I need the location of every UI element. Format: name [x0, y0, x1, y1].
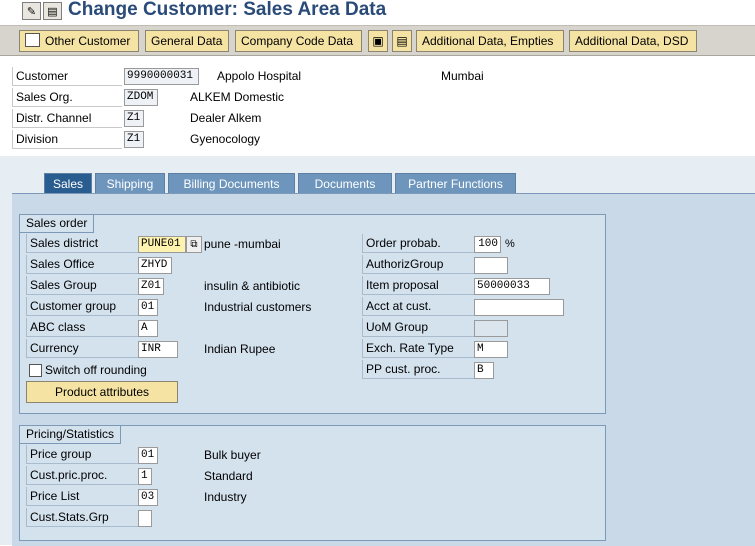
customer-field[interactable]: 9990000031 [124, 68, 199, 85]
price-group-label: Price group [26, 445, 138, 464]
sales-group-field[interactable]: Z01 [138, 278, 164, 295]
additional-data-empties-button[interactable]: Additional Data, Empties [416, 30, 564, 52]
price-list-text: Industry [204, 490, 247, 504]
tab-partner-functions[interactable]: Partner Functions [395, 173, 516, 194]
switch-off-rounding-label: Switch off rounding [45, 363, 147, 377]
cust-pric-proc-field[interactable]: 1 [138, 468, 152, 485]
picture-icon[interactable]: ▣ [368, 30, 388, 52]
authoriz-group-field[interactable] [474, 257, 508, 274]
cust-pric-proc-label: Cust.pric.proc. [26, 466, 138, 485]
uom-group-label: UoM Group [362, 318, 474, 337]
currency-text: Indian Rupee [204, 342, 276, 356]
switch-off-rounding-checkbox[interactable] [29, 364, 42, 377]
division-label: Division [12, 130, 122, 149]
page-title: Change Customer: Sales Area Data [68, 0, 387, 20]
other-customer-label: Other Customer [45, 34, 131, 48]
customer-label: Customer [12, 67, 122, 86]
tab-shipping[interactable]: Shipping [95, 173, 165, 194]
pp-cust-proc-label: PP cust. proc. [362, 360, 474, 379]
cust-stats-grp-field[interactable] [138, 510, 152, 527]
tab-sales[interactable]: Sales [44, 173, 92, 194]
sales-office-field[interactable]: ZHYD [138, 257, 172, 274]
acct-at-cust-label: Acct at cust. [362, 297, 474, 316]
item-proposal-field[interactable]: 50000033 [474, 278, 550, 295]
uom-group-field [474, 320, 508, 337]
sales-district-label: Sales district [26, 234, 138, 253]
distr-channel-field[interactable]: Z1 [124, 110, 144, 127]
abc-class-field[interactable]: A [138, 320, 158, 337]
sales-org-label: Sales Org. [12, 88, 122, 107]
price-list-label: Price List [26, 487, 138, 506]
sales-group-label: Sales Group [26, 276, 138, 295]
cust-stats-grp-label: Cust.Stats.Grp [26, 508, 138, 527]
price-group-field[interactable]: 01 [138, 447, 158, 464]
other-customer-button[interactable]: Other Customer [19, 30, 139, 52]
price-list-field[interactable]: 03 [138, 489, 158, 506]
value-help-icon[interactable]: ⧉ [186, 236, 202, 253]
item-proposal-label: Item proposal [362, 276, 474, 295]
additional-data-dsd-button[interactable]: Additional Data, DSD [569, 30, 697, 52]
exch-rate-type-label: Exch. Rate Type [362, 339, 474, 358]
exch-rate-type-field[interactable]: M [474, 341, 508, 358]
pricing-statistics-group-title: Pricing/Statistics [20, 426, 122, 444]
customer-group-label: Customer group [26, 297, 138, 316]
cust-pric-proc-text: Standard [204, 469, 253, 483]
product-attributes-button[interactable]: Product attributes [26, 381, 178, 403]
other-customer-icon [25, 33, 40, 47]
sales-office-label: Sales Office [26, 255, 138, 274]
pp-cust-proc-field[interactable]: B [474, 362, 494, 379]
price-group-text: Bulk buyer [204, 448, 261, 462]
text-icon[interactable]: ▤ [392, 30, 412, 52]
tab-documents[interactable]: Documents [298, 173, 392, 194]
document-icon[interactable]: ▤ [43, 2, 62, 20]
order-probab-unit: % [505, 238, 515, 250]
sales-org-text: ALKEM Domestic [190, 90, 285, 104]
currency-field[interactable]: INR [138, 341, 178, 358]
sales-district-field[interactable]: PUNE01 [138, 236, 186, 253]
division-text: Gyenocology [190, 132, 261, 146]
sales-org-field[interactable]: ZDOM [124, 89, 158, 106]
general-data-button[interactable]: General Data [145, 30, 229, 52]
order-probab-field[interactable]: 100 [474, 236, 501, 253]
order-probab-label: Order probab. [362, 234, 474, 253]
distr-channel-text: Dealer Alkem [190, 111, 262, 125]
division-field[interactable]: Z1 [124, 131, 144, 148]
display-change-icon[interactable]: ✎ [22, 2, 41, 20]
currency-label: Currency [26, 339, 138, 358]
sales-group-text: insulin & antibiotic [204, 279, 301, 293]
customer-name: Appolo Hospital [217, 69, 302, 83]
authoriz-group-label: AuthorizGroup [362, 255, 474, 274]
sales-district-text: pune -mumbai [204, 237, 281, 251]
abc-class-label: ABC class [26, 318, 138, 337]
tab-billing-documents[interactable]: Billing Documents [168, 173, 295, 194]
acct-at-cust-field[interactable] [474, 299, 564, 316]
customer-city: Mumbai [441, 69, 484, 83]
distr-channel-label: Distr. Channel [12, 109, 122, 128]
sales-order-group-title: Sales order [20, 215, 95, 233]
company-code-data-button[interactable]: Company Code Data [235, 30, 362, 52]
customer-group-field[interactable]: 01 [138, 299, 158, 316]
customer-group-text: Industrial customers [204, 300, 312, 314]
